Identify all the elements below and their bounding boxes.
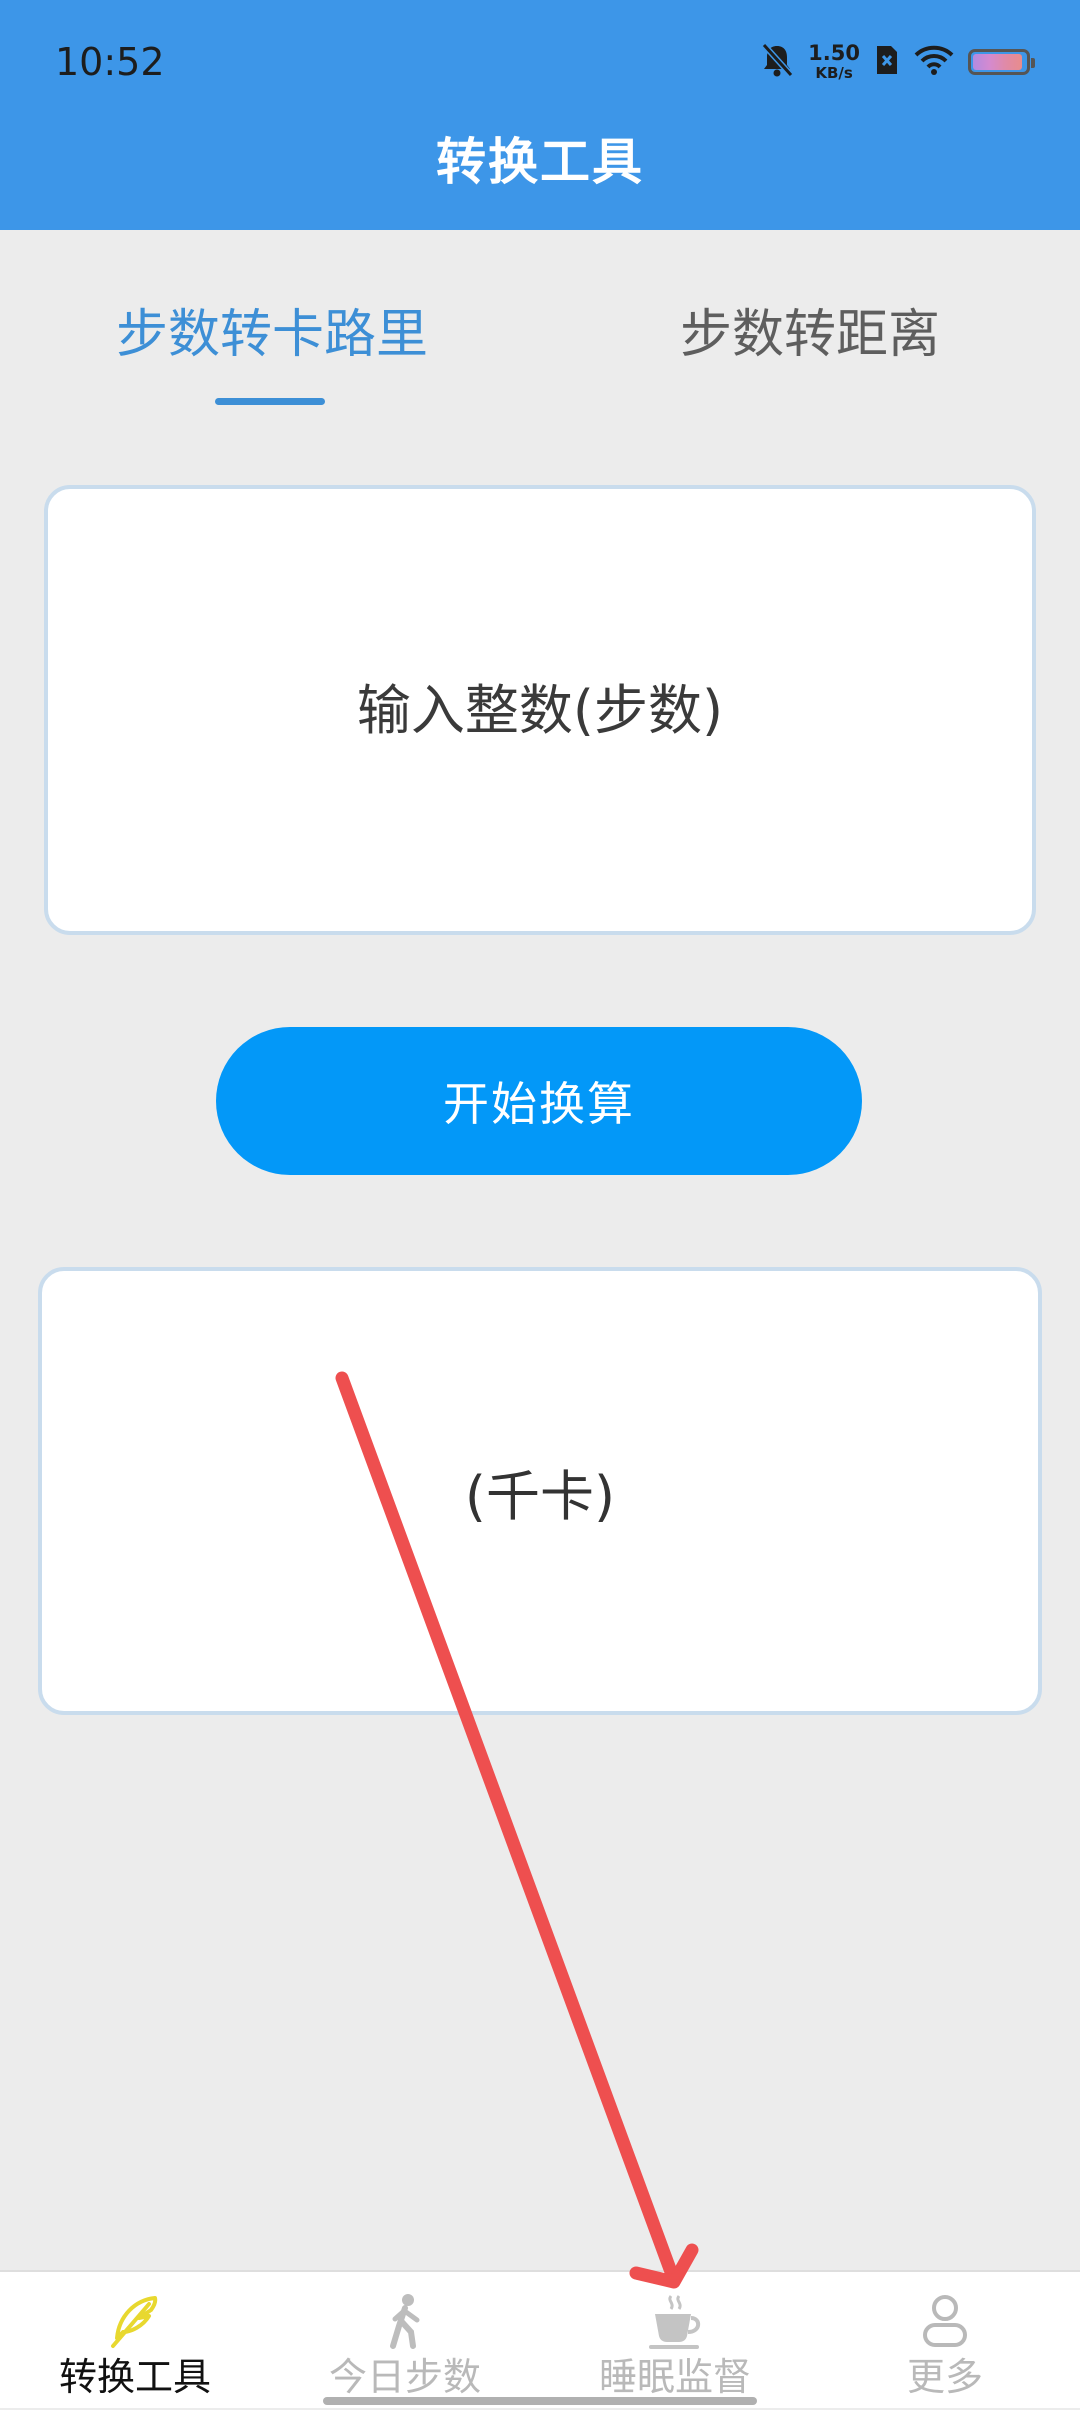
nav-label: 今日步数 [328, 2355, 481, 2399]
result-card: (千卡) [38, 1267, 1042, 1715]
network-speed: 1.50 KB/s [808, 41, 860, 82]
nav-item-convert-tools[interactable]: 转换工具 [0, 2272, 270, 2410]
nav-item-sleep-monitor[interactable]: 睡眠监督 [540, 2272, 810, 2410]
battery-icon [968, 49, 1035, 75]
nav-item-today-steps[interactable]: 今日步数 [270, 2272, 540, 2410]
result-text: (千卡) [464, 1464, 616, 1528]
coffee-cup-icon [645, 2292, 705, 2352]
tab-steps-to-distance[interactable]: 步数转距离 [680, 300, 940, 370]
person-icon [915, 2292, 975, 2352]
home-indicator[interactable] [323, 2397, 757, 2405]
bell-muted-icon [760, 42, 794, 82]
wifi-icon [914, 44, 954, 80]
feather-icon [105, 2292, 165, 2352]
app-header: 10:52 1.50 KB/s 转换工具 [0, 0, 1080, 230]
start-convert-button[interactable]: 开始换算 [216, 1027, 862, 1175]
nav-label: 更多 [906, 2355, 983, 2399]
steps-input-card [44, 485, 1036, 935]
nav-label: 睡眠监督 [598, 2355, 751, 2399]
nav-item-more[interactable]: 更多 [810, 2272, 1080, 2410]
nav-label: 转换工具 [58, 2355, 211, 2399]
bottom-nav: 转换工具 今日步数 睡眠监督 更多 [0, 2270, 1080, 2408]
tab-steps-to-calories[interactable]: 步数转卡路里 [116, 300, 428, 370]
active-tab-indicator [215, 398, 325, 405]
status-time: 10:52 [55, 40, 165, 84]
page-title: 转换工具 [436, 133, 644, 191]
battery-level [973, 54, 1023, 70]
sim-icon [874, 43, 900, 81]
steps-input[interactable] [95, 677, 985, 743]
walking-person-icon [375, 2292, 435, 2352]
status-icons: 1.50 KB/s [760, 38, 1035, 86]
